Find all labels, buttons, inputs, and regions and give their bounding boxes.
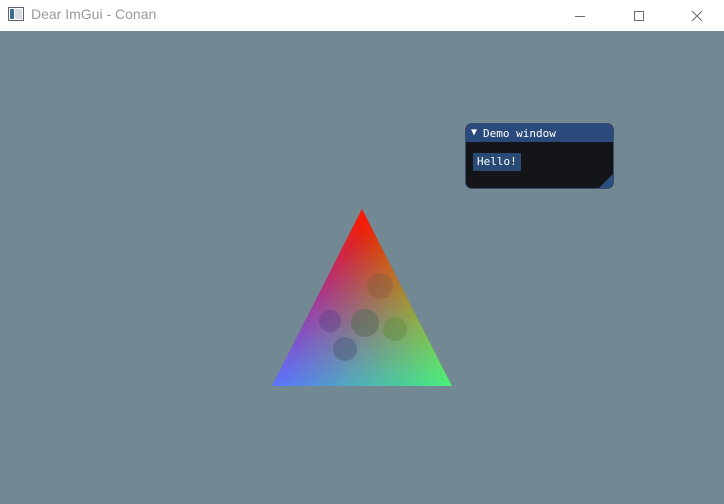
collapse-triangle-icon[interactable]: ▼ [471,128,477,138]
demo-window-title: Demo window [483,126,556,140]
demo-window-titlebar[interactable]: ▼ Demo window [466,124,613,142]
close-button[interactable] [674,0,720,31]
demo-window-body: Hello! [466,142,613,179]
title-bar[interactable]: Dear ImGui - Conan [0,0,724,31]
close-icon [691,10,703,21]
resize-grip[interactable] [599,174,613,188]
maximize-icon [634,10,644,21]
hello-button[interactable]: Hello! [473,153,521,171]
window-title: Dear ImGui - Conan [31,6,157,22]
maximize-button[interactable] [616,0,662,31]
render-viewport[interactable] [0,31,724,504]
scene-canvas [272,209,452,386]
minimize-button[interactable] [557,0,603,31]
app-window-icon [8,7,24,21]
rgb-triangle [272,209,452,386]
minimize-icon [575,15,585,17]
demo-window[interactable]: ▼ Demo window Hello! [466,124,613,188]
